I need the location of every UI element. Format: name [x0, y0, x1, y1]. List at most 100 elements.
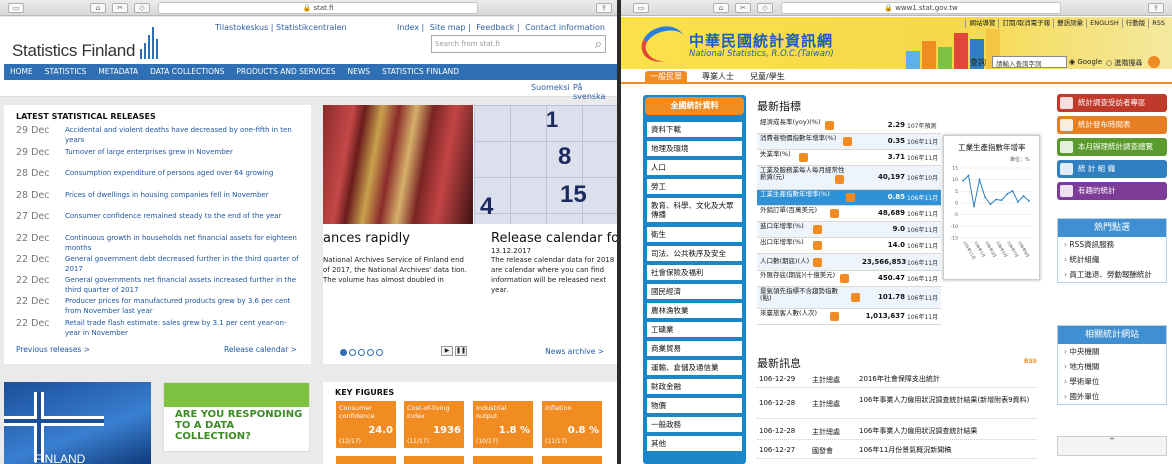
search-input[interactable]: Search from stat.fi ⌕ [431, 35, 606, 53]
nav-products[interactable]: PRODUCTS AND SERVICES [230, 64, 341, 80]
link-contact[interactable]: Contact information [525, 23, 605, 32]
data-point[interactable] [1017, 200, 1019, 203]
data-point[interactable] [967, 174, 970, 177]
shield-icon[interactable]: ◇ [134, 3, 150, 13]
chart-icon[interactable] [830, 209, 839, 218]
news-row[interactable]: 106-12-28 主計總處 106年事業人力僱用狀況調查統計結果 [757, 424, 1037, 440]
radio-advanced[interactable]: ○ 進階搜尋 [1106, 58, 1142, 68]
link-statistikcentralen[interactable]: Statistikcentralen [276, 23, 347, 32]
release-calendar-link[interactable]: Release calendar > [224, 345, 297, 354]
search-input[interactable]: 請輸入查詢字詞 [992, 56, 1067, 68]
quick-button[interactable]: 有趣的統計 [1057, 182, 1167, 200]
quick-button[interactable]: 統 計 組 織 [1057, 160, 1167, 178]
data-point[interactable] [962, 179, 964, 182]
chart-icon[interactable] [843, 137, 852, 146]
data-point[interactable] [989, 203, 992, 206]
link-english[interactable]: ENGLISH [1086, 19, 1122, 28]
sidebar-item[interactable]: 國民經濟 [647, 284, 742, 299]
previous-releases-link[interactable]: Previous releases > [16, 345, 90, 354]
quick-button[interactable]: 統計發布時間表 [1057, 116, 1167, 134]
release-link[interactable]: Consumer confidence remained steady to t… [65, 211, 300, 221]
link-site-map[interactable]: Site map [430, 23, 466, 32]
release-link[interactable]: General governments net financial assets… [65, 275, 300, 295]
key-figure-tile[interactable]: Inflation 0.8 % (11/17) [542, 401, 602, 448]
related-link[interactable]: 中央機關 [1058, 344, 1166, 359]
news-link[interactable]: 2016年社會保障支出統計 [859, 375, 1037, 384]
related-link[interactable]: 國外單位 [1058, 389, 1166, 404]
link-index[interactable]: Index [397, 23, 419, 32]
chart-icon[interactable] [846, 193, 855, 202]
news-row[interactable]: 106-12-27 國發會 106年11月份景氣概況新聞稿 [757, 443, 1037, 459]
nav-metadata[interactable]: METADATA [92, 64, 144, 80]
data-point[interactable] [1022, 195, 1025, 197]
news-row[interactable]: 106-12-28 主計總處 106年事業人力僱用狀況調查統計結果(新增附表9資料) [757, 393, 1037, 419]
sidebar-item[interactable]: 衛生 [647, 227, 742, 242]
chart-icon[interactable] [799, 153, 808, 162]
link-tilastokeskus[interactable]: Tilastokeskus [215, 23, 268, 32]
quick-button[interactable]: 統計調查受訪者專區 [1057, 94, 1167, 112]
key-figure-tile[interactable] [336, 456, 396, 464]
hot-link[interactable]: 統計組織 [1058, 252, 1166, 267]
related-link[interactable]: 學術單位 [1058, 374, 1166, 389]
release-link[interactable]: Retail trade flash estimate: sales grew … [65, 318, 300, 338]
data-point[interactable] [973, 205, 975, 208]
sidebar-item[interactable]: 教育、科學、文化及大眾傳播 [647, 198, 742, 222]
carousel-dot[interactable] [358, 349, 365, 356]
nav-data-collections[interactable]: DATA COLLECTIONS [144, 64, 230, 80]
carousel-dot[interactable] [367, 349, 374, 356]
site-title[interactable]: 中華民國統計資訊網 [689, 30, 833, 51]
tab-professionals[interactable]: 專業人士 [697, 71, 739, 83]
sidebar-item[interactable]: 其他 [647, 436, 742, 451]
chart-icon[interactable] [851, 293, 860, 302]
tools-icon[interactable]: ✂ [112, 3, 128, 13]
sidebar-item[interactable]: 人口 [647, 160, 742, 175]
tools-icon[interactable]: ✂ [735, 3, 751, 13]
news-headline[interactable]: Release calendar for 20 [491, 231, 617, 246]
chart-icon[interactable] [813, 241, 822, 250]
hot-link[interactable]: RSS資訊服務 [1058, 237, 1166, 252]
key-figure-tile[interactable] [542, 456, 602, 464]
home-icon[interactable]: ⌂ [90, 3, 106, 13]
chart-icon[interactable] [825, 121, 834, 130]
release-link[interactable]: Accidental and violent deaths have decre… [65, 125, 300, 145]
data-point[interactable] [1028, 200, 1030, 202]
search-go-button[interactable] [1148, 56, 1160, 68]
key-figure-tile[interactable]: Consumer confidence 24.0 (12/17) [336, 401, 396, 448]
key-figure-tile[interactable]: Cost-of-living Index 1936 (11/17) [404, 401, 464, 448]
scroll-up-icon[interactable]: ⌃ [1057, 436, 1167, 456]
sidebar-item[interactable]: 地理及環境 [647, 141, 742, 156]
share-icon[interactable]: ⇪ [596, 3, 612, 13]
news-link[interactable]: 106年事業人力僱用狀況調查統計結果 [859, 427, 1037, 436]
link-feedback[interactable]: Feedback [476, 23, 514, 32]
carousel-dot[interactable] [340, 349, 347, 356]
link-mobile[interactable]: 行動版 [1121, 19, 1149, 28]
news-row[interactable]: 106-12-29 主計總處 2016年社會保障支出統計 [757, 372, 1037, 388]
indicator-row[interactable]: 進口年增率(%) 9.0 106年11月 [757, 222, 941, 238]
finland-flag-banner[interactable]: FINLAND [4, 382, 151, 464]
data-point[interactable] [1011, 189, 1014, 192]
indicator-row[interactable]: 景氣領先指標不含趨勢指數(點) 101.78 106年11月 [757, 287, 941, 309]
link-pa-svenska[interactable]: På svenska [573, 83, 617, 101]
release-link[interactable]: Producer prices for manufactured product… [65, 296, 300, 316]
release-link[interactable]: Prices of dwellings in housing companies… [65, 190, 300, 200]
indicator-row[interactable]: 消費者物價指數年增率(%) 0.35 106年11月 [757, 134, 941, 150]
data-point[interactable] [1006, 193, 1008, 196]
sidebar-toggle-icon[interactable]: ▭ [8, 3, 24, 13]
sidebar-item[interactable]: 財政金融 [647, 379, 742, 394]
sidebar-item[interactable]: 物價 [647, 398, 742, 413]
key-figure-tile[interactable] [404, 456, 464, 464]
data-point[interactable] [1000, 199, 1003, 202]
nav-statistics-finland[interactable]: STATISTICS FINLAND [376, 64, 465, 80]
nav-news[interactable]: NEWS [342, 64, 377, 80]
tab-students[interactable]: 兒童/學生 [745, 71, 790, 83]
news-headline[interactable]: ances rapidly [323, 231, 410, 246]
sidebar-item[interactable]: 運輸、倉儲及通信業 [647, 360, 742, 375]
news-archive-link[interactable]: News archive > [545, 347, 604, 356]
carousel-dot[interactable] [349, 349, 356, 356]
sidebar-toggle-icon[interactable]: ▭ [633, 3, 649, 13]
indicator-row[interactable]: 工業及服務業每人每月經常性薪資(元) 40,197 106年10月 [757, 166, 941, 190]
news-link[interactable]: 106年11月份景氣概況新聞稿 [859, 446, 1037, 455]
search-icon[interactable]: ⌕ [595, 37, 602, 52]
sidebar-item[interactable]: 農林漁牧業 [647, 303, 742, 318]
tab-general-public[interactable]: 一般民眾 [645, 71, 687, 83]
